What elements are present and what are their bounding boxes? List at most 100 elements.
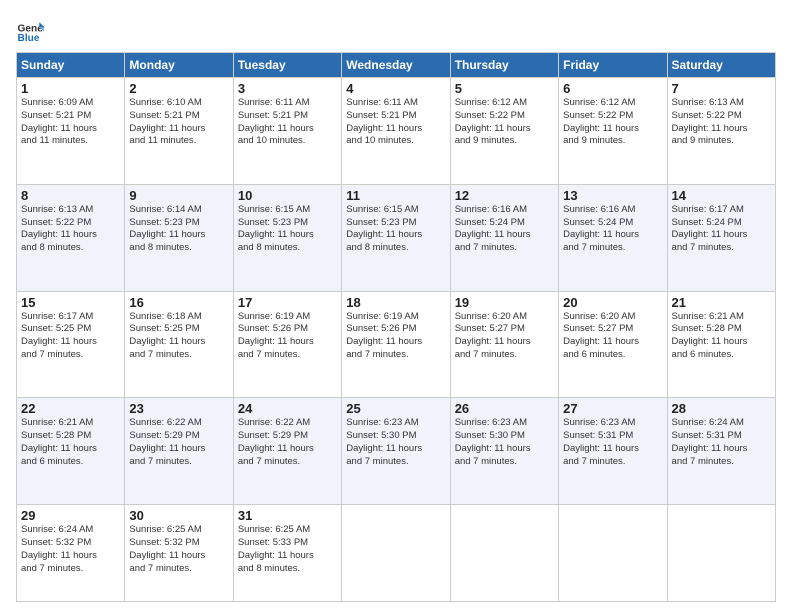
cell-line: and 6 minutes. [563,349,662,362]
cell-line: Sunrise: 6:23 AM [455,417,554,430]
day-number: 21 [672,295,771,310]
cell-line: Sunrise: 6:15 AM [238,204,337,217]
cell-line: Sunrise: 6:17 AM [21,311,120,324]
calendar-cell: 3Sunrise: 6:11 AMSunset: 5:21 PMDaylight… [233,78,341,185]
logo: General Blue [16,16,48,44]
cell-line: and 11 minutes. [21,135,120,148]
cell-line: Sunset: 5:31 PM [563,430,662,443]
cell-line: Sunrise: 6:16 AM [455,204,554,217]
day-number: 6 [563,81,662,96]
calendar-cell: 25Sunrise: 6:23 AMSunset: 5:30 PMDayligh… [342,398,450,505]
cell-line: Daylight: 11 hours [21,443,120,456]
cell-line: Sunset: 5:22 PM [672,110,771,123]
day-number: 4 [346,81,445,96]
calendar-cell: 27Sunrise: 6:23 AMSunset: 5:31 PMDayligh… [559,398,667,505]
calendar-cell: 15Sunrise: 6:17 AMSunset: 5:25 PMDayligh… [17,291,125,398]
cell-line: Sunrise: 6:21 AM [21,417,120,430]
cell-line: Sunrise: 6:24 AM [672,417,771,430]
cell-line: Sunset: 5:22 PM [455,110,554,123]
day-number: 28 [672,401,771,416]
day-number: 11 [346,188,445,203]
day-number: 27 [563,401,662,416]
page: General Blue SundayMondayTuesdayWednesda… [0,0,792,612]
calendar-day-header: Monday [125,53,233,78]
cell-line: Sunset: 5:23 PM [346,217,445,230]
cell-line: Sunrise: 6:17 AM [672,204,771,217]
cell-line: and 7 minutes. [672,242,771,255]
day-number: 10 [238,188,337,203]
calendar-cell: 13Sunrise: 6:16 AMSunset: 5:24 PMDayligh… [559,184,667,291]
cell-line: Sunrise: 6:20 AM [563,311,662,324]
calendar-cell: 7Sunrise: 6:13 AMSunset: 5:22 PMDaylight… [667,78,775,185]
cell-line: Sunrise: 6:19 AM [346,311,445,324]
cell-line: and 6 minutes. [21,456,120,469]
cell-line: Daylight: 11 hours [672,443,771,456]
cell-line: Sunset: 5:21 PM [21,110,120,123]
day-number: 25 [346,401,445,416]
cell-line: Sunset: 5:29 PM [129,430,228,443]
cell-line: Sunrise: 6:11 AM [346,97,445,110]
calendar-cell [342,505,450,602]
day-number: 12 [455,188,554,203]
cell-line: Daylight: 11 hours [346,336,445,349]
cell-line: Sunrise: 6:25 AM [238,524,337,537]
cell-line: and 7 minutes. [563,242,662,255]
cell-line: Sunset: 5:21 PM [238,110,337,123]
day-number: 16 [129,295,228,310]
cell-line: Daylight: 11 hours [563,336,662,349]
cell-line: and 7 minutes. [455,456,554,469]
cell-line: Sunset: 5:22 PM [563,110,662,123]
cell-line: Sunrise: 6:21 AM [672,311,771,324]
day-number: 22 [21,401,120,416]
day-number: 29 [21,508,120,523]
cell-line: Daylight: 11 hours [129,336,228,349]
cell-line: Daylight: 11 hours [238,336,337,349]
cell-line: Daylight: 11 hours [21,123,120,136]
cell-line: Daylight: 11 hours [238,443,337,456]
cell-line: Sunrise: 6:13 AM [21,204,120,217]
cell-line: Sunset: 5:29 PM [238,430,337,443]
day-number: 1 [21,81,120,96]
cell-line: Sunrise: 6:14 AM [129,204,228,217]
cell-line: Sunrise: 6:23 AM [563,417,662,430]
day-number: 23 [129,401,228,416]
cell-line: Sunset: 5:30 PM [455,430,554,443]
cell-line: and 7 minutes. [672,456,771,469]
cell-line: Sunrise: 6:10 AM [129,97,228,110]
calendar-cell [450,505,558,602]
calendar-cell: 12Sunrise: 6:16 AMSunset: 5:24 PMDayligh… [450,184,558,291]
cell-line: Daylight: 11 hours [129,550,228,563]
day-number: 9 [129,188,228,203]
cell-line: Sunrise: 6:16 AM [563,204,662,217]
calendar-day-header: Thursday [450,53,558,78]
cell-line: and 10 minutes. [346,135,445,148]
calendar-cell: 20Sunrise: 6:20 AMSunset: 5:27 PMDayligh… [559,291,667,398]
cell-line: Sunrise: 6:20 AM [455,311,554,324]
calendar-cell [559,505,667,602]
calendar-week-row: 29Sunrise: 6:24 AMSunset: 5:32 PMDayligh… [17,505,776,602]
calendar-cell: 4Sunrise: 6:11 AMSunset: 5:21 PMDaylight… [342,78,450,185]
calendar-cell: 9Sunrise: 6:14 AMSunset: 5:23 PMDaylight… [125,184,233,291]
cell-line: Sunrise: 6:12 AM [563,97,662,110]
calendar-cell: 10Sunrise: 6:15 AMSunset: 5:23 PMDayligh… [233,184,341,291]
cell-line: and 7 minutes. [21,349,120,362]
cell-line: Daylight: 11 hours [455,336,554,349]
calendar-day-header: Tuesday [233,53,341,78]
cell-line: Daylight: 11 hours [346,229,445,242]
cell-line: and 11 minutes. [129,135,228,148]
cell-line: Sunset: 5:28 PM [21,430,120,443]
cell-line: Daylight: 11 hours [563,123,662,136]
cell-line: Sunrise: 6:18 AM [129,311,228,324]
calendar-table: SundayMondayTuesdayWednesdayThursdayFrid… [16,52,776,602]
day-number: 18 [346,295,445,310]
cell-line: Sunset: 5:23 PM [238,217,337,230]
cell-line: Daylight: 11 hours [21,550,120,563]
calendar-cell: 30Sunrise: 6:25 AMSunset: 5:32 PMDayligh… [125,505,233,602]
cell-line: Sunset: 5:25 PM [129,323,228,336]
calendar-cell: 1Sunrise: 6:09 AMSunset: 5:21 PMDaylight… [17,78,125,185]
calendar-day-header: Wednesday [342,53,450,78]
cell-line: Sunrise: 6:25 AM [129,524,228,537]
cell-line: Daylight: 11 hours [672,123,771,136]
cell-line: Daylight: 11 hours [455,123,554,136]
cell-line: Daylight: 11 hours [672,229,771,242]
